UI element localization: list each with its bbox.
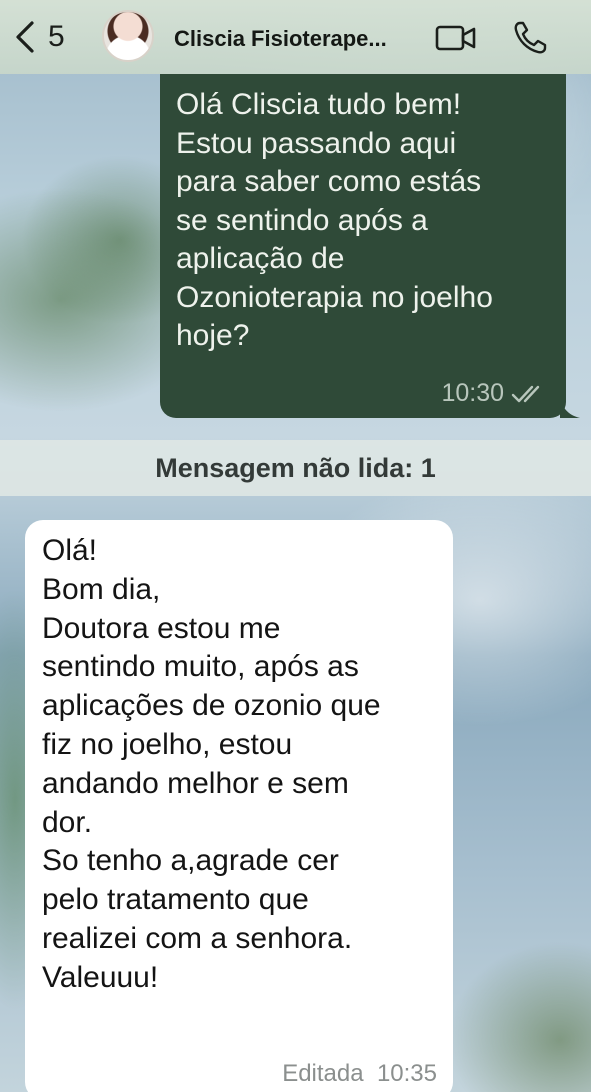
message-text: Olá! Bom dia, Doutora estou me sentindo … xyxy=(42,534,381,994)
message-time: 10:35 xyxy=(376,1060,437,1087)
chevron-left-icon xyxy=(16,21,34,53)
message-meta: Editada 10:35 xyxy=(282,1060,437,1088)
unread-divider: Mensagem não lida: 1 xyxy=(0,440,591,496)
message-meta: 10:30 xyxy=(441,379,548,408)
message-text: Olá Cliscia tudo bem! Estou passando aqu… xyxy=(176,88,493,352)
unread-divider-label: Mensagem não lida: 1 xyxy=(155,452,436,483)
chat-header: 5 Cliscia Fisioterape... xyxy=(0,0,591,74)
contact-name[interactable]: Cliscia Fisioterape... xyxy=(174,26,387,52)
incoming-message-bubble[interactable]: Olá! Bom dia, Doutora estou me sentindo … xyxy=(25,520,453,1092)
avatar[interactable] xyxy=(102,10,154,62)
video-call-icon[interactable] xyxy=(435,24,477,52)
outgoing-message-bubble[interactable]: Olá Cliscia tudo bem! Estou passando aqu… xyxy=(160,74,566,418)
bubble-tail xyxy=(560,396,580,418)
double-check-icon xyxy=(511,385,540,402)
phone-icon[interactable] xyxy=(512,20,548,56)
message-time: 10:30 xyxy=(441,379,504,407)
edited-label: Editada xyxy=(282,1060,364,1087)
unread-count: 5 xyxy=(48,20,65,53)
back-button[interactable]: 5 xyxy=(12,20,65,54)
